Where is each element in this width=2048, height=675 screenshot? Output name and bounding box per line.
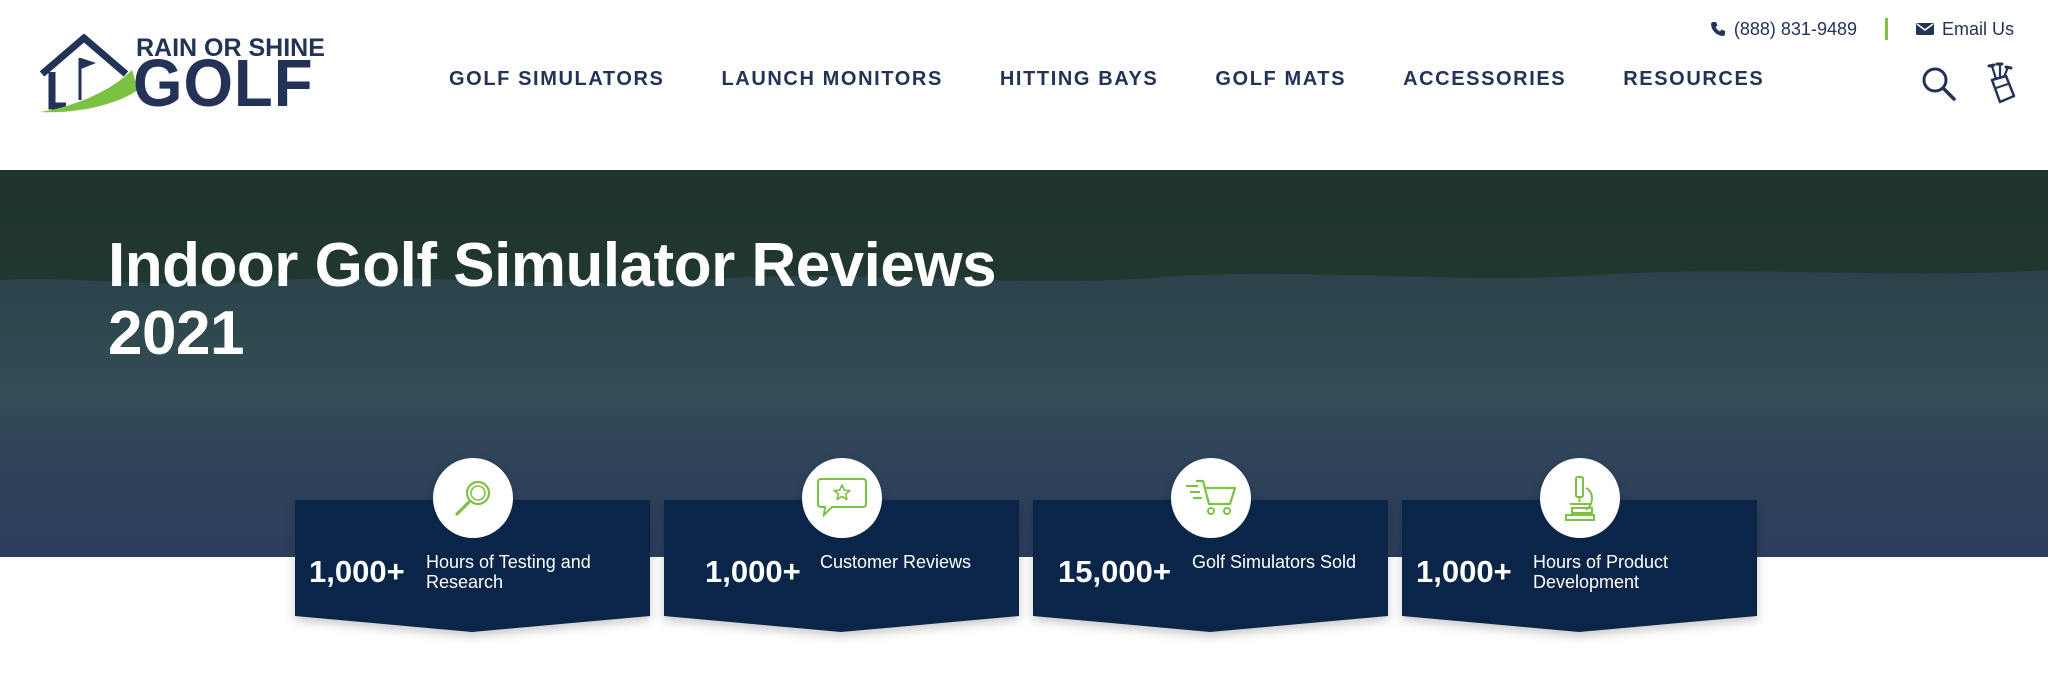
phone-link[interactable]: (888) 831-9489 <box>1710 19 1857 40</box>
golf-bag-icon <box>1987 62 2016 104</box>
brand-logo[interactable]: RAIN OR SHINE GOLF <box>38 34 325 118</box>
search-icon <box>1922 67 1956 101</box>
stat-label: Hours of Product Development <box>1533 552 1669 592</box>
email-label: Email Us <box>1941 18 2014 39</box>
phone-icon <box>1710 22 1725 36</box>
logo-main-text: GOLF <box>133 46 314 121</box>
stat-label: Hours of Testing and Research <box>426 552 591 592</box>
stat-card-testing: 1,000+ Hours of Testing and Research <box>295 458 650 632</box>
logo-house-icon <box>39 34 138 113</box>
stat-card-development: 1,000+ Hours of Product Development <box>1402 458 1757 632</box>
shopping-cart-icon <box>1186 479 1237 515</box>
nav-accessories[interactable]: ACCESSORIES <box>1403 68 1566 91</box>
stat-label: Golf Simulators Sold <box>1192 552 1357 572</box>
stat-value: 1,000+ <box>705 554 801 589</box>
envelope-icon <box>1915 23 1934 35</box>
stat-icon-circle <box>802 458 882 538</box>
contact-divider <box>1884 18 1888 40</box>
stat-value: 1,000+ <box>1416 554 1512 589</box>
nav-golf-simulators[interactable]: GOLF SIMULATORS <box>449 68 664 91</box>
nav-launch-monitors[interactable]: LAUNCH MONITORS <box>721 68 942 91</box>
stat-card-sold: 15,000+ Golf Simulators Sold <box>1033 458 1388 632</box>
stat-label: Customer Reviews <box>820 552 972 572</box>
cart-button[interactable] <box>1984 62 2018 104</box>
magnifier-icon <box>455 480 491 516</box>
stat-card-reviews: 1,000+ Customer Reviews <box>664 458 1019 632</box>
stat-icon-circle <box>1540 458 1620 538</box>
nav-resources[interactable]: RESOURCES <box>1623 68 1764 91</box>
page: RAIN OR SHINE GOLF (888) 831-9489 Email … <box>0 0 2048 675</box>
nav-golf-mats[interactable]: GOLF MATS <box>1215 68 1346 91</box>
microscope-icon <box>1565 476 1595 521</box>
stat-icon-circle <box>433 458 513 538</box>
email-link[interactable]: Email Us <box>1915 18 2014 40</box>
main-nav: GOLF SIMULATORS LAUNCH MONITORS HITTING … <box>449 68 1764 91</box>
contact-bar: (888) 831-9489 Email Us <box>1710 16 2014 42</box>
stat-icon-circle <box>1171 458 1251 538</box>
stat-value: 1,000+ <box>309 554 405 589</box>
nav-hitting-bays[interactable]: HITTING BAYS <box>1000 68 1158 91</box>
stats-row: 1,000+ Hours of Testing and Research 1,0… <box>295 458 1758 633</box>
hero-title: Indoor Golf Simulator Reviews 2021 <box>108 231 997 368</box>
site-header: RAIN OR SHINE GOLF (888) 831-9489 Email … <box>0 0 2048 170</box>
search-button[interactable] <box>1921 66 1957 102</box>
phone-number: (888) 831-9489 <box>1733 18 1857 39</box>
review-star-icon <box>817 478 867 518</box>
stat-value: 15,000+ <box>1058 554 1171 589</box>
